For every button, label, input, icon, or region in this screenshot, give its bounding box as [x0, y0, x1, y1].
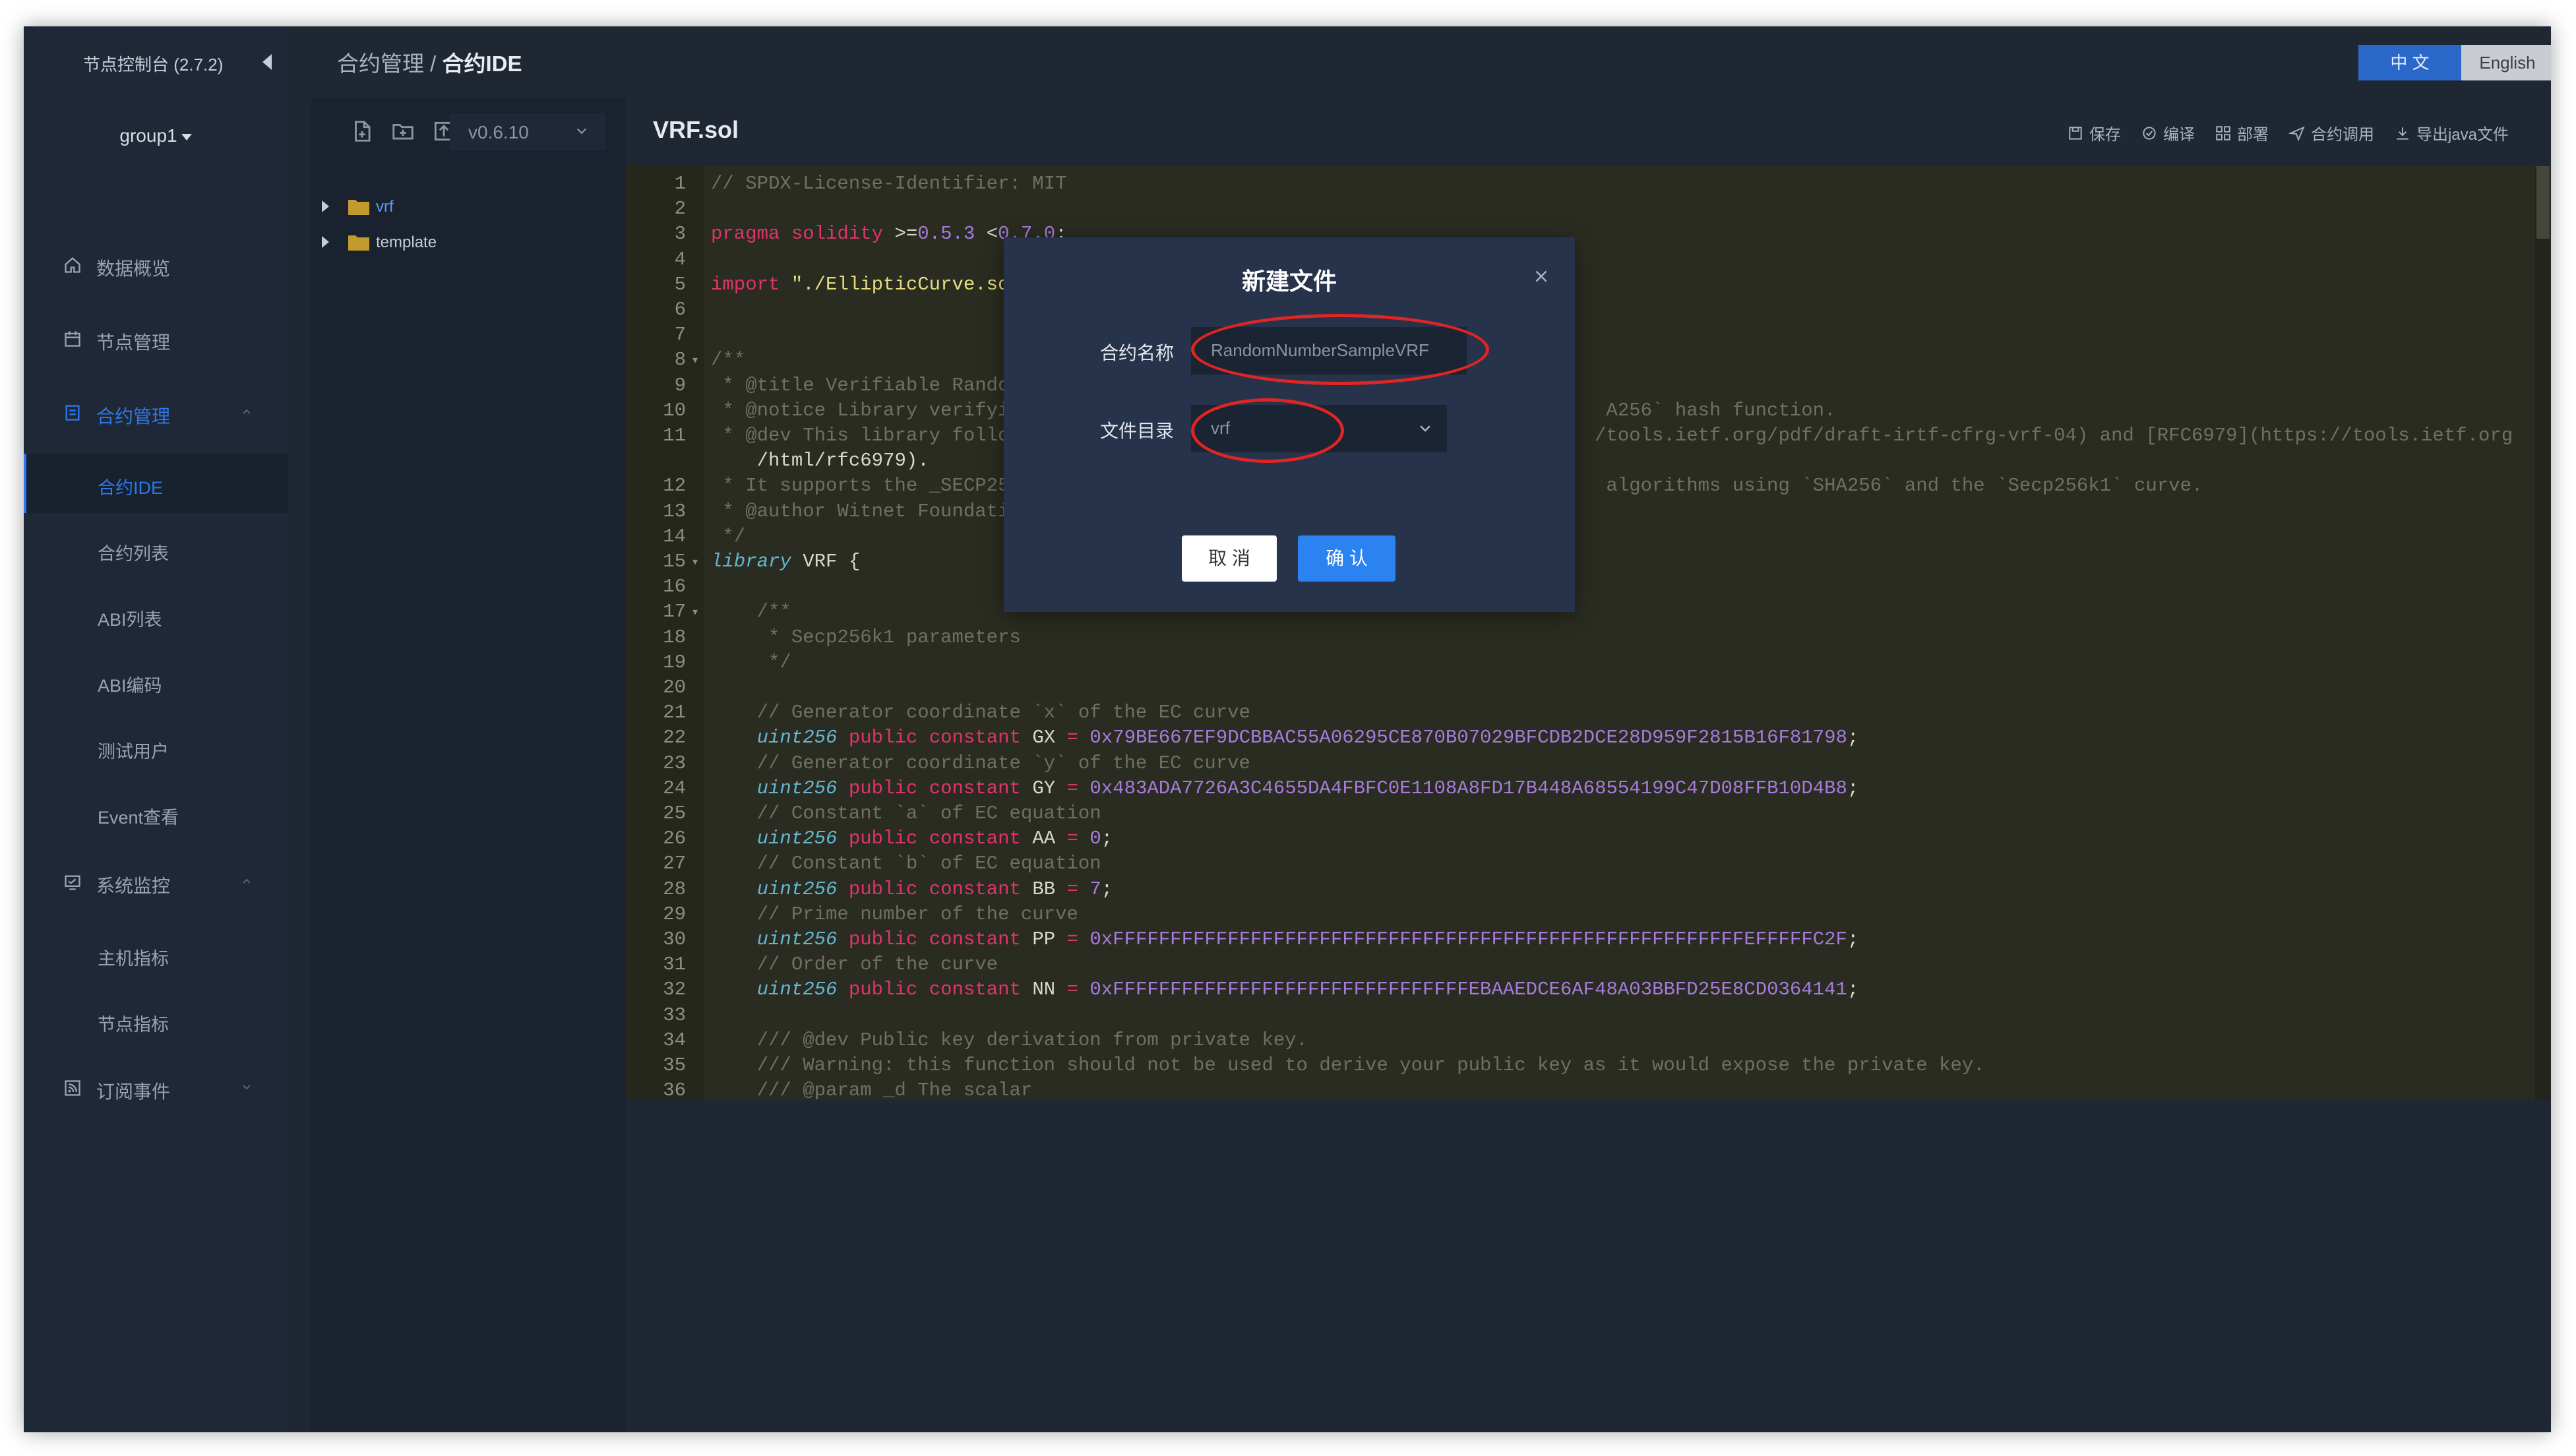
chevron-down-icon	[1420, 425, 1430, 432]
dialog-title: 新建文件	[1241, 268, 1337, 295]
file-directory-label: 文件目录	[1100, 421, 1175, 441]
close-icon[interactable]	[1531, 266, 1551, 286]
annotation-circle	[1191, 314, 1489, 385]
contract-name-label: 合约名称	[1100, 343, 1175, 363]
confirm-button[interactable]: 确 认	[1298, 535, 1395, 582]
cancel-button[interactable]: 取 消	[1182, 535, 1277, 582]
new-file-dialog: 新建文件 合约名称 RandomNumberSampleVRF 文件目录 vrf…	[1004, 237, 1575, 612]
app-window: 节点控制台 (2.7.2) group1 数据概览 节点管理 合约管理 合约ID…	[24, 26, 2551, 1432]
annotation-circle	[1191, 398, 1344, 463]
